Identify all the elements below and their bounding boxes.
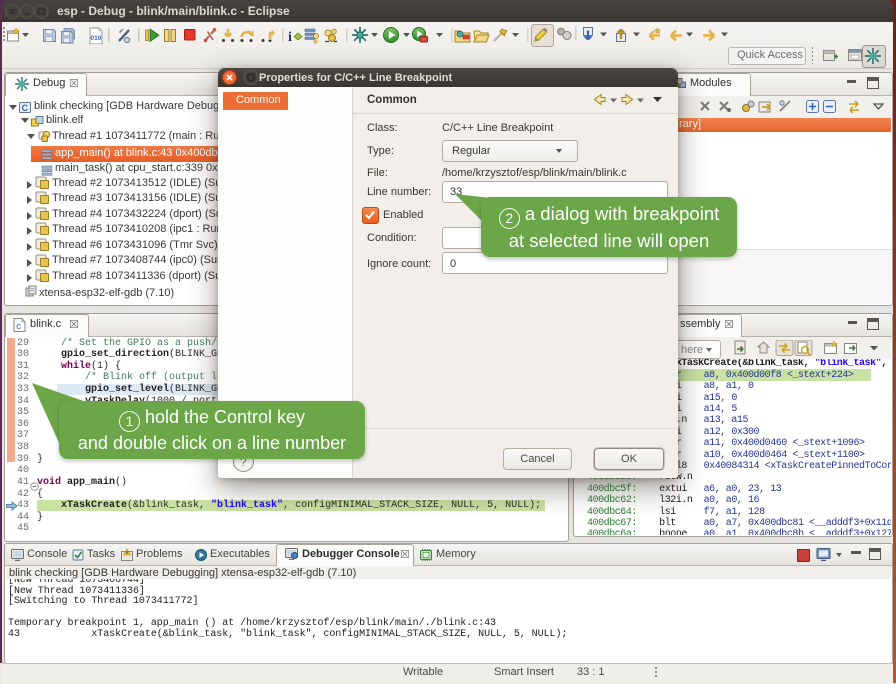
svg-text:i: i: [288, 30, 292, 44]
svg-text:C: C: [22, 103, 29, 113]
svg-text:c: c: [16, 322, 21, 332]
svg-text:010: 010: [91, 35, 102, 42]
